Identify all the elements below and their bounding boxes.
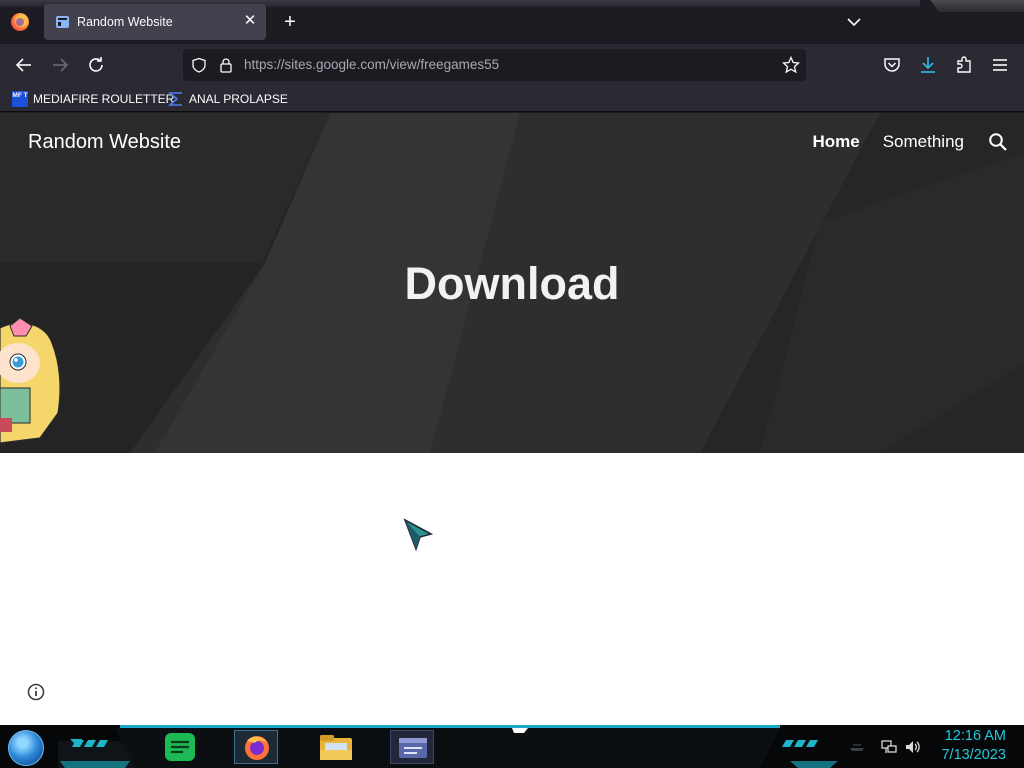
lock-icon[interactable] bbox=[218, 57, 234, 73]
notes-app-icon[interactable] bbox=[158, 730, 202, 764]
search-icon[interactable] bbox=[988, 132, 1008, 152]
site-navigation: Home Something bbox=[812, 132, 964, 152]
extensions-puzzle-icon[interactable] bbox=[952, 53, 976, 77]
downloads-icon[interactable] bbox=[916, 53, 940, 77]
network-icon[interactable] bbox=[880, 738, 898, 756]
taskbar: 12:16 AM 7/13/2023 bbox=[0, 725, 1024, 768]
bookmark-label: MEDIAFIRE ROULETTER bbox=[33, 92, 175, 106]
google-sites-favicon-icon bbox=[56, 16, 69, 28]
clock-date: 7/13/2023 bbox=[941, 747, 1006, 763]
browser-tab-strip: Random Website ✕ + bbox=[0, 0, 1024, 44]
desktop-pet-character[interactable] bbox=[0, 318, 64, 448]
window-top-decoration bbox=[930, 0, 1024, 12]
sigma-bookmark-icon bbox=[168, 92, 182, 106]
tab-random-website[interactable]: Random Website ✕ bbox=[44, 4, 266, 40]
hero-title: Download bbox=[404, 258, 620, 309]
bookmarks-toolbar: MF T MEDIAFIRE ROULETTER ANAL PROLAPSE bbox=[0, 86, 1024, 112]
app-menu-hamburger-icon[interactable] bbox=[988, 53, 1012, 77]
address-bar[interactable]: https://sites.google.com/view/freegames5… bbox=[183, 49, 806, 81]
volume-speaker-icon[interactable] bbox=[904, 738, 922, 756]
nav-link-something[interactable]: Something bbox=[883, 132, 964, 152]
nav-link-home[interactable]: Home bbox=[812, 132, 859, 152]
web-page-content: Random Website Home Something Download bbox=[0, 113, 1024, 725]
mediafire-bookmark-icon: MF T bbox=[12, 91, 28, 107]
tray-overflow-icon[interactable] bbox=[848, 738, 866, 756]
pocket-icon[interactable] bbox=[880, 53, 904, 77]
bookmark-label: ANAL PROLAPSE bbox=[189, 92, 288, 106]
new-tab-button[interactable]: + bbox=[279, 11, 301, 33]
tab-title: Random Website bbox=[77, 15, 173, 29]
firefox-icon bbox=[245, 736, 269, 760]
start-menu-orb-button[interactable] bbox=[8, 730, 44, 766]
url-host: https://sites.google.com bbox=[244, 57, 386, 72]
forward-arrow-icon[interactable] bbox=[48, 53, 72, 77]
mouse-cursor-icon bbox=[403, 518, 433, 552]
back-arrow-icon[interactable] bbox=[12, 53, 36, 77]
url-text[interactable]: https://sites.google.com/view/freegames5… bbox=[244, 57, 499, 72]
firefox-menu-icon[interactable] bbox=[11, 13, 29, 31]
list-all-tabs-chevron-down-icon[interactable] bbox=[844, 12, 864, 32]
clock-time: 12:16 AM bbox=[944, 728, 1006, 744]
site-title[interactable]: Random Website bbox=[28, 131, 181, 154]
browser-navigation-bar: https://sites.google.com/view/freegames5… bbox=[0, 44, 1024, 86]
bookmark-second[interactable]: ANAL PROLAPSE bbox=[168, 90, 288, 108]
info-icon[interactable] bbox=[27, 683, 45, 701]
reload-icon[interactable] bbox=[84, 53, 108, 77]
firefox-taskbar-button[interactable] bbox=[234, 730, 278, 764]
tracking-protection-shield-icon[interactable] bbox=[191, 57, 207, 73]
file-explorer-folder-icon[interactable] bbox=[314, 730, 358, 764]
hero-banner: Random Website Home Something Download bbox=[0, 113, 1024, 453]
tab-close-icon[interactable]: ✕ bbox=[241, 12, 259, 30]
bookmark-star-icon[interactable] bbox=[782, 56, 800, 74]
bookmark-mediafire-rouletter[interactable]: MF T MEDIAFIRE ROULETTER bbox=[12, 90, 174, 108]
window-app-icon bbox=[399, 738, 427, 758]
url-path: /view/freegames55 bbox=[385, 57, 500, 72]
taskbar-decoration bbox=[58, 728, 838, 768]
control-panel-taskbar-button[interactable] bbox=[390, 730, 434, 764]
system-clock[interactable]: 12:16 AM 7/13/2023 bbox=[941, 727, 1006, 765]
